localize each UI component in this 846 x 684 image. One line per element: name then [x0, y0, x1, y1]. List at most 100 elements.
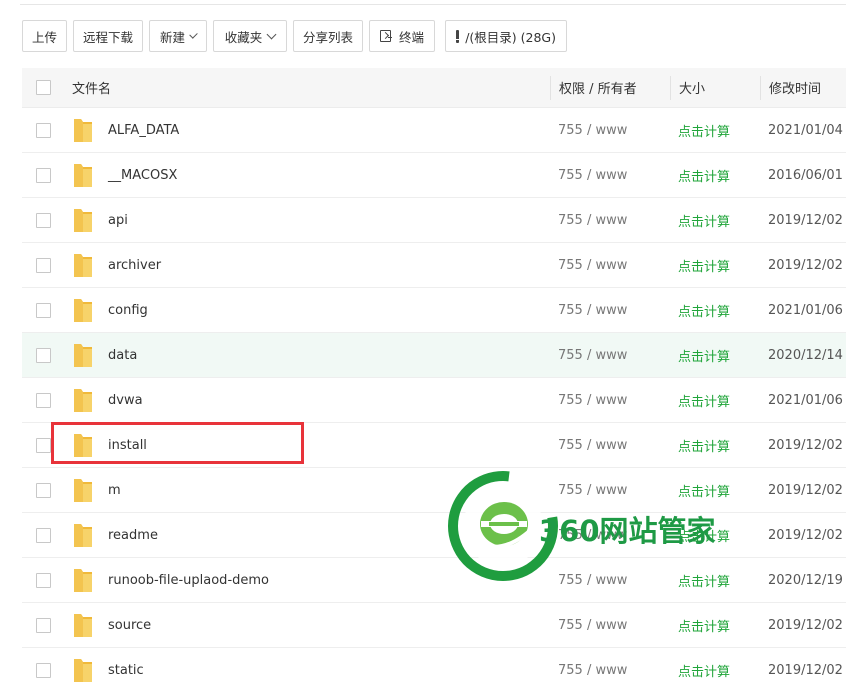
table-row[interactable]: dvwa 755 / www 点击计算 2021/01/06 0 [22, 378, 846, 423]
file-name-link[interactable]: static [108, 663, 144, 678]
permission-owner[interactable]: 755 / www [550, 438, 670, 453]
folder-icon [72, 116, 94, 144]
row-checkbox[interactable] [35, 527, 51, 543]
header-name[interactable]: 文件名 [64, 78, 550, 97]
remote-download-label: 远程下载 [83, 29, 134, 45]
calculate-size-link[interactable]: 点击计算 [678, 260, 730, 275]
table-row[interactable]: static 755 / www 点击计算 2019/12/02 0 [22, 648, 846, 684]
terminal-label: 终端 [398, 29, 424, 45]
row-checkbox[interactable] [35, 617, 51, 633]
calculate-size-link[interactable]: 点击计算 [678, 620, 730, 635]
file-name-link[interactable]: data [108, 348, 137, 363]
calculate-size-link[interactable]: 点击计算 [678, 665, 730, 680]
table-row[interactable]: __MACOSX 755 / www 点击计算 2016/06/01 1 [22, 153, 846, 198]
header-permission[interactable]: 权限 / 所有者 [550, 75, 670, 100]
row-checkbox[interactable] [35, 167, 51, 183]
header-modified-time[interactable]: 修改时间 [760, 75, 846, 100]
folder-icon [72, 611, 94, 639]
table-header: 文件名 权限 / 所有者 大小 修改时间 [22, 68, 846, 108]
modified-time: 2019/12/02 0 [768, 662, 846, 678]
file-name-link[interactable]: dvwa [108, 393, 143, 408]
file-name-link[interactable]: runoob-file-uplaod-demo [108, 573, 269, 588]
modified-time: 2021/01/06 0 [768, 302, 846, 318]
new-dropdown-button[interactable]: 新建 [149, 20, 207, 52]
modified-time: 2019/12/02 0 [768, 212, 846, 228]
permission-owner[interactable]: 755 / www [550, 168, 670, 183]
modified-time: 2020/12/14 1 [768, 347, 846, 363]
row-checkbox[interactable] [35, 122, 51, 138]
file-name-link[interactable]: ALFA_DATA [108, 123, 179, 138]
modified-time: 2021/01/06 0 [768, 392, 846, 408]
table-row[interactable]: data 755 / www 点击计算 2020/12/14 1 [22, 333, 846, 378]
table-row[interactable]: ALFA_DATA 755 / www 点击计算 2021/01/04 1 [22, 108, 846, 153]
file-name-link[interactable]: config [108, 303, 148, 318]
favorites-dropdown-button[interactable]: 收藏夹 [213, 20, 287, 52]
modified-time: 2019/12/02 0 [768, 482, 846, 498]
row-checkbox[interactable] [35, 482, 51, 498]
table-row[interactable]: source 755 / www 点击计算 2019/12/02 0 [22, 603, 846, 648]
table-row[interactable]: archiver 755 / www 点击计算 2019/12/02 0 [22, 243, 846, 288]
folder-icon [72, 161, 94, 189]
calculate-size-link[interactable]: 点击计算 [678, 170, 730, 185]
modified-time: 2019/12/02 0 [768, 527, 846, 543]
modified-time: 2019/12/02 0 [768, 617, 846, 633]
upload-button[interactable]: 上传 [22, 20, 67, 52]
file-name-link[interactable]: source [108, 618, 151, 633]
folder-icon [72, 296, 94, 324]
folder-icon [72, 656, 94, 684]
permission-owner[interactable]: 755 / www [550, 303, 670, 318]
new-label: 新建 [160, 29, 186, 45]
file-name-link[interactable]: api [108, 213, 128, 228]
remote-download-button[interactable]: 远程下载 [73, 20, 143, 52]
row-checkbox[interactable] [35, 662, 51, 678]
permission-owner[interactable]: 755 / www [550, 258, 670, 273]
calculate-size-link[interactable]: 点击计算 [678, 350, 730, 365]
modified-time: 2019/12/02 0 [768, 257, 846, 273]
folder-icon [72, 251, 94, 279]
folder-icon [72, 386, 94, 414]
root-directory-label: /(根目录) (28G) [465, 29, 556, 45]
row-checkbox[interactable] [35, 437, 51, 453]
permission-owner[interactable]: 755 / www [550, 213, 670, 228]
permission-owner[interactable]: 755 / www [550, 618, 670, 633]
row-checkbox[interactable] [35, 572, 51, 588]
calculate-size-link[interactable]: 点击计算 [678, 395, 730, 410]
permission-owner[interactable]: 755 / www [550, 348, 670, 363]
root-directory-button[interactable]: /(根目录) (28G) [445, 20, 567, 52]
file-name-link[interactable]: __MACOSX [108, 168, 177, 183]
folder-icon [72, 341, 94, 369]
row-checkbox[interactable] [35, 212, 51, 228]
header-size[interactable]: 大小 [670, 75, 760, 100]
permission-owner[interactable]: 755 / www [550, 123, 670, 138]
row-checkbox[interactable] [35, 257, 51, 273]
watermark-text: 360网站管家 [539, 514, 716, 548]
permission-owner[interactable]: 755 / www [550, 663, 670, 678]
favorites-label: 收藏夹 [224, 29, 263, 45]
calculate-size-link[interactable]: 点击计算 [678, 215, 730, 230]
row-checkbox[interactable] [35, 392, 51, 408]
calculate-size-link[interactable]: 点击计算 [678, 305, 730, 320]
calculate-size-link[interactable]: 点击计算 [678, 125, 730, 140]
file-table: 文件名 权限 / 所有者 大小 修改时间 ALFA_DATA 755 / www 点… [22, 68, 846, 684]
select-all-checkbox[interactable] [35, 80, 51, 95]
toolbar: 上传 远程下载 新建 收藏夹 分享列表 终端 /(根目录) (28G) [22, 20, 567, 52]
share-list-button[interactable]: 分享列表 [293, 20, 363, 52]
terminal-icon [380, 30, 392, 42]
chevron-down-icon [189, 29, 198, 39]
file-name-link[interactable]: archiver [108, 258, 161, 273]
modified-time: 2021/01/04 1 [768, 122, 846, 138]
calculate-size-link[interactable]: 点击计算 [678, 440, 730, 455]
modified-time: 2019/12/02 0 [768, 437, 846, 453]
chevron-down-icon [266, 29, 277, 39]
terminal-button[interactable]: 终端 [369, 20, 435, 52]
file-name-link[interactable]: m [108, 483, 121, 498]
table-row[interactable]: config 755 / www 点击计算 2021/01/06 0 [22, 288, 846, 333]
table-row[interactable]: api 755 / www 点击计算 2019/12/02 0 [22, 198, 846, 243]
disk-icon [456, 29, 460, 43]
share-list-label: 分享列表 [303, 29, 354, 45]
modified-time: 2020/12/19 1 [768, 572, 846, 588]
permission-owner[interactable]: 755 / www [550, 393, 670, 408]
row-checkbox[interactable] [35, 347, 51, 363]
row-checkbox[interactable] [35, 302, 51, 318]
file-name-link[interactable]: readme [108, 528, 158, 543]
